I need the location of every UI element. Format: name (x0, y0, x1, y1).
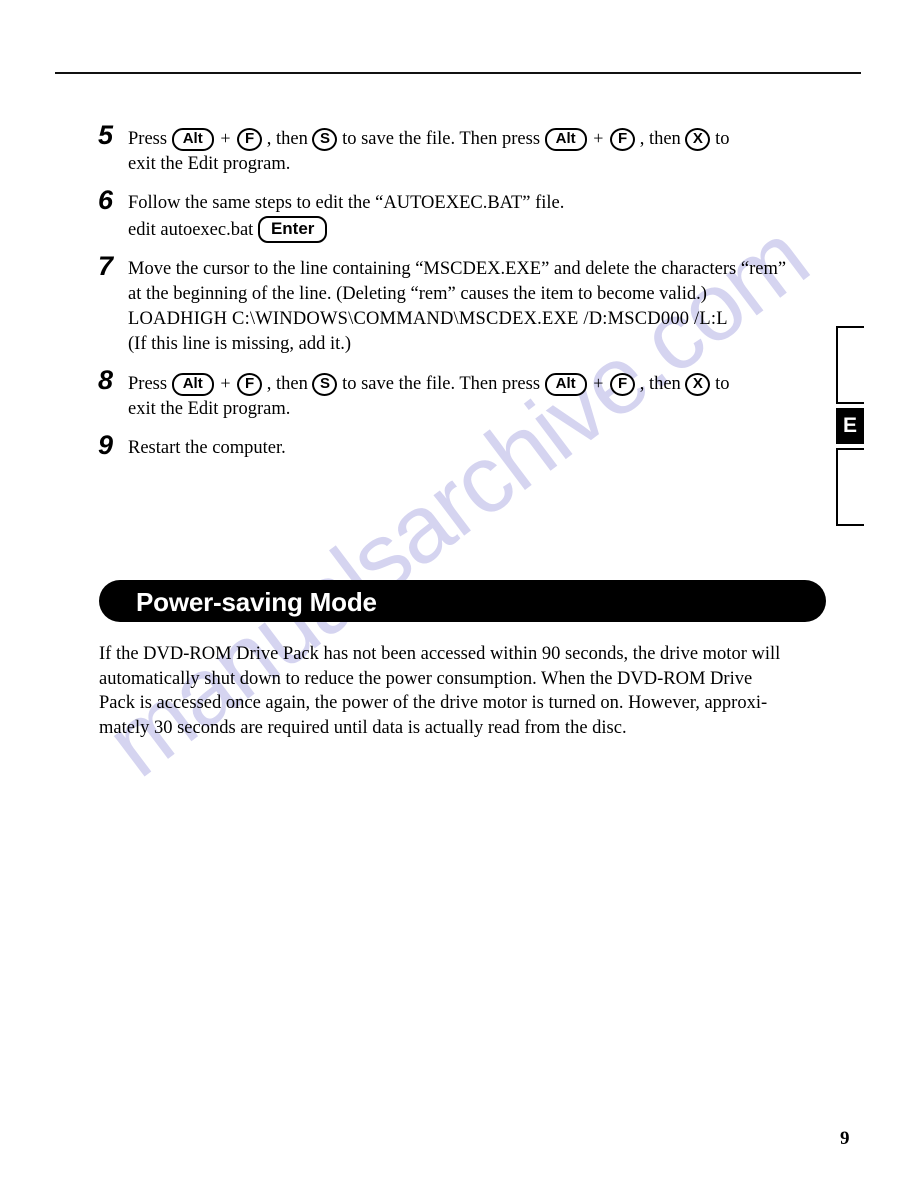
paragraph-line: If the DVD-ROM Drive Pack has not been a… (99, 644, 781, 664)
section-paragraph: If the DVD-ROM Drive Pack has not been a… (99, 642, 823, 740)
key-cap-x: X (685, 128, 711, 151)
step-number: 9 (98, 430, 114, 460)
step-text-segment: to (715, 129, 730, 149)
step-number: 8 (98, 365, 114, 395)
step-item: 6 Follow the same steps to edit the “AUTO… (98, 187, 835, 243)
document-page: 5 Press Alt + F , then S to save the file… (0, 0, 918, 1188)
step-text-segment: , then (639, 374, 681, 394)
key-cap-s: S (312, 373, 338, 396)
step-text-segment: to (715, 374, 730, 394)
step-item: 8 Press Alt + F , then S to save the file… (98, 367, 835, 422)
step-text-segment: to save the file. Then press (342, 129, 541, 149)
tab-box-upper (836, 326, 864, 404)
step-line: LOADHIGH C:\WINDOWS\COMMAND\MSCDEX.EXE /… (128, 307, 835, 332)
command-line: LOADHIGH C:\WINDOWS\COMMAND\MSCDEX.EXE /… (128, 309, 728, 329)
step-text-segment: at the beginning of the line. (Deleting … (128, 284, 707, 304)
key-cap-f: F (237, 128, 263, 151)
key-cap-alt: Alt (171, 373, 214, 396)
key-cap-alt: Alt (544, 373, 587, 396)
step-text: Press Alt + F , then S to save the file.… (128, 371, 835, 422)
section-banner: Power-saving Mode (99, 580, 826, 622)
step-line: at the beginning of the line. (Deleting … (128, 282, 835, 307)
step-text-segment: Press (128, 129, 168, 149)
paragraph-line: automatically shut down to reduce the po… (99, 668, 753, 689)
step-text: Move the cursor to the line containing “… (128, 257, 835, 357)
step-text-segment: , then (266, 129, 308, 149)
step-text-segment: Press (128, 374, 168, 394)
step-line: edit autoexec.bat Enter (128, 216, 835, 243)
plus-symbol: + (593, 373, 604, 393)
step-text-segment: , then (266, 374, 308, 394)
paragraph-line: Pack is accessed once again, the power o… (99, 693, 768, 713)
step-text: Follow the same steps to edit the “AUTOE… (128, 191, 835, 243)
step-text: Restart the computer. (128, 436, 835, 461)
step-text-segment: edit autoexec.bat (128, 220, 254, 240)
step-text-segment: (If this line is missing, add it.) (128, 334, 352, 354)
step-text-segment: Restart the computer. (128, 438, 286, 458)
key-cap-f: F (610, 128, 636, 151)
key-cap-enter: Enter (257, 216, 328, 243)
step-text: Press Alt + F , then S to save the file.… (128, 126, 835, 177)
step-text-segment: , then (639, 129, 681, 149)
key-cap-s: S (312, 128, 338, 151)
plus-symbol: + (593, 128, 604, 148)
step-line: Press Alt + F , then S to save the file.… (128, 126, 835, 152)
step-text-segment: Follow the same steps to edit the “AUTOE… (128, 193, 565, 213)
plus-symbol: + (220, 373, 231, 393)
step-item: 7 Move the cursor to the line containing … (98, 253, 835, 357)
plus-symbol: + (220, 128, 231, 148)
step-line: Move the cursor to the line containing “… (128, 257, 835, 282)
key-cap-f: F (237, 373, 263, 396)
tab-marker-active: E (836, 408, 864, 444)
step-number: 7 (98, 251, 114, 281)
step-line: Restart the computer. (128, 436, 835, 461)
header-rule (55, 72, 861, 74)
tab-box-lower (836, 448, 864, 526)
step-text-segment: exit the Edit program. (128, 154, 291, 174)
step-line: exit the Edit program. (128, 397, 835, 422)
step-item: 5 Press Alt + F , then S to save the file… (98, 122, 835, 177)
edge-tab-index: E (836, 326, 896, 526)
step-text-segment: Move the cursor to the line containing “… (128, 259, 787, 279)
step-text-segment: to save the file. Then press (342, 374, 541, 394)
step-line: Press Alt + F , then S to save the file.… (128, 371, 835, 397)
step-number: 6 (98, 185, 114, 215)
section-title: Power-saving Mode (136, 587, 377, 617)
step-line: (If this line is missing, add it.) (128, 332, 835, 357)
step-number: 5 (98, 120, 114, 150)
paragraph-line: mately 30 seconds are required until dat… (99, 717, 627, 738)
step-text-segment: exit the Edit program. (128, 399, 291, 419)
key-cap-alt: Alt (171, 128, 214, 151)
numbered-steps-list: 5 Press Alt + F , then S to save the file… (98, 122, 835, 475)
step-item: 9 Restart the computer. (98, 432, 835, 461)
page-number: 9 (840, 1128, 850, 1149)
key-cap-x: X (685, 373, 711, 396)
key-cap-alt: Alt (544, 128, 587, 151)
key-cap-f: F (610, 373, 636, 396)
step-line: Follow the same steps to edit the “AUTOE… (128, 191, 835, 216)
step-line: exit the Edit program. (128, 152, 835, 177)
